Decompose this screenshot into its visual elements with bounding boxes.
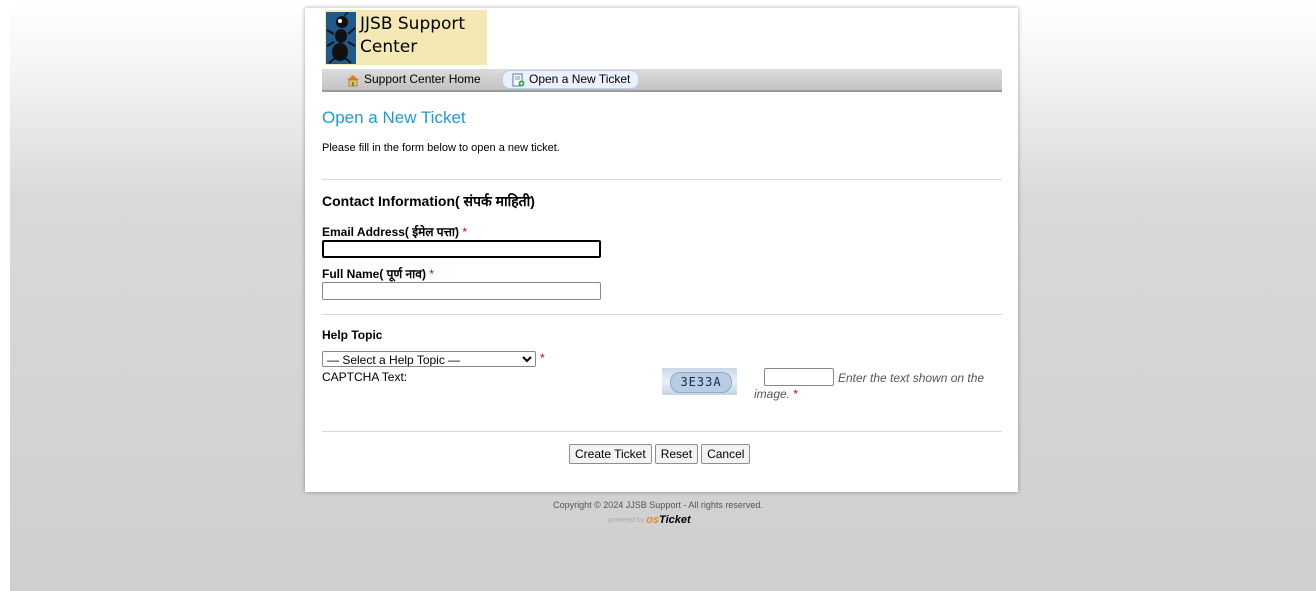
reset-button[interactable]: Reset [654,444,699,464]
top-nav: Support Center Home Open a New Ticket [322,69,1002,92]
site-logo[interactable]: JJSB Support Center [325,10,487,65]
required-mark: * [462,225,468,239]
full-name-field[interactable] [322,282,601,300]
nav-support-home-label: Support Center Home [364,72,481,86]
main-container: JJSB Support Center Support Center Home … [305,8,1018,492]
email-label: Email Address( ईमेल पत्ता) * [322,223,467,240]
osticket-logo-ticket: Ticket [659,514,691,526]
powered-by-text: powered by [608,516,645,524]
logo-title: JJSB Support Center [360,14,466,57]
full-name-label: Full Name( पूर्ण नाव) * [322,265,434,282]
divider [322,179,1002,180]
full-name-label-text: Full Name( पूर्ण नाव) [322,267,426,281]
required-mark: * [540,351,545,365]
home-icon [347,74,359,86]
nav-support-home[interactable]: Support Center Home [346,71,481,88]
email-label-text: Email Address( ईमेल पत्ता) [322,225,460,239]
email-field[interactable] [322,240,601,258]
osticket-logo-os: os [646,514,660,526]
nav-open-new-ticket[interactable]: Open a New Ticket [502,70,640,89]
divider [322,314,1002,315]
new-ticket-icon [512,73,525,86]
required-mark: * [793,387,799,401]
form-actions: Create Ticket Reset Cancel [569,444,751,464]
ant-mascot-icon [326,12,356,64]
powered-by[interactable]: powered by osTicket [608,514,691,526]
help-topic-title: Help Topic [322,328,383,342]
page-title: Open a New Ticket [322,108,466,127]
page-intro: Please fill in the form below to open a … [322,142,560,154]
help-topic-select[interactable]: — Select a Help Topic — [322,351,536,367]
nav-open-new-ticket-label: Open a New Ticket [529,72,631,86]
cancel-button[interactable]: Cancel [701,444,751,464]
osticket-logo: osTicket [646,514,690,526]
footer-copyright: Copyright © 2024 JJSB Support - All righ… [553,500,763,510]
required-mark: * [429,267,434,281]
captcha-image: 3E33A [662,368,737,395]
captcha-label: CAPTCHA Text: [322,370,408,384]
captcha-image-text: 3E33A [670,372,732,393]
divider [322,431,1002,432]
contact-section-title: Contact Information( संपर्क माहिती) [322,193,535,209]
captcha-hint: Enter the text shown on the image. * [754,370,994,402]
captcha-hint-text: Enter the text shown on the image. [754,371,985,401]
create-ticket-button[interactable]: Create Ticket [569,444,652,464]
